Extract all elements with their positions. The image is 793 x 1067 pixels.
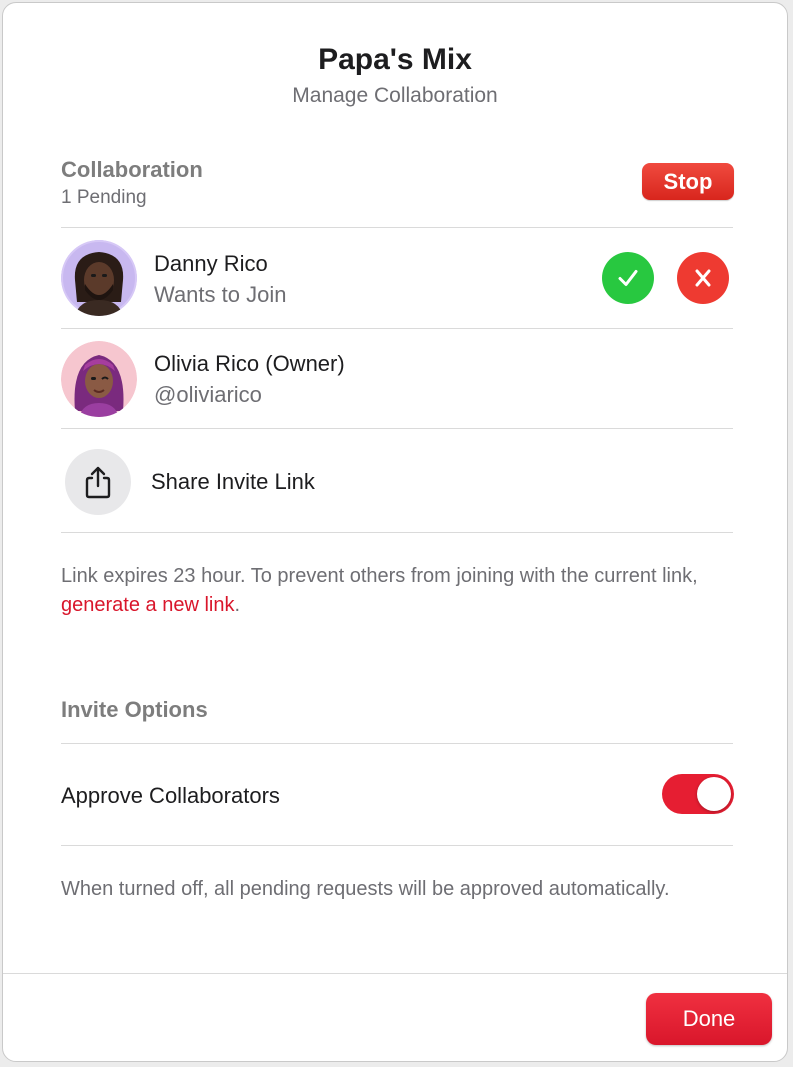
divider	[61, 328, 733, 329]
stop-button[interactable]: Stop	[642, 163, 734, 200]
person-name: Danny Rico	[154, 251, 268, 276]
divider	[61, 845, 733, 846]
approve-collaborators-label: Approve Collaborators	[61, 783, 280, 808]
approve-request-button[interactable]	[602, 252, 654, 304]
person-name: Olivia Rico (Owner)	[154, 351, 345, 376]
toggle-knob	[697, 777, 731, 811]
pending-count: 1 Pending	[61, 187, 147, 208]
close-icon	[695, 269, 711, 287]
link-expiry-info: Link expires 23 hour. To prevent others …	[61, 562, 731, 620]
divider	[61, 227, 733, 228]
divider	[61, 428, 733, 429]
avatar-olivia-rico	[61, 341, 137, 417]
divider	[61, 532, 733, 533]
footer-divider	[3, 973, 787, 974]
playlist-title: Papa's Mix	[318, 43, 472, 76]
link-expiry-suffix: .	[234, 594, 241, 616]
generate-new-link[interactable]: generate a new link	[61, 594, 234, 616]
done-button[interactable]: Done	[646, 993, 772, 1045]
share-invite-link-button[interactable]	[65, 449, 131, 515]
approve-collaborators-toggle[interactable]	[662, 774, 734, 814]
person-handle: @oliviarico	[154, 382, 262, 407]
checkmark-icon	[618, 270, 638, 286]
link-expiry-text: Link expires 23 hour. To prevent others …	[61, 565, 698, 587]
invite-options-section-title: Invite Options	[61, 697, 208, 722]
share-icon	[85, 466, 111, 499]
decline-request-button[interactable]	[677, 252, 729, 304]
sheet-subtitle: Manage Collaboration	[292, 84, 498, 107]
person-status: Wants to Join	[154, 282, 287, 307]
share-invite-link-label[interactable]: Share Invite Link	[151, 469, 315, 495]
manage-collaboration-sheet: Papa's Mix Manage Collaboration Collabor…	[2, 2, 788, 1062]
avatar-danny-rico	[61, 240, 137, 316]
collaboration-section-title: Collaboration	[61, 157, 203, 182]
divider	[61, 743, 733, 744]
approve-footnote: When turned off, all pending requests wi…	[61, 878, 670, 900]
